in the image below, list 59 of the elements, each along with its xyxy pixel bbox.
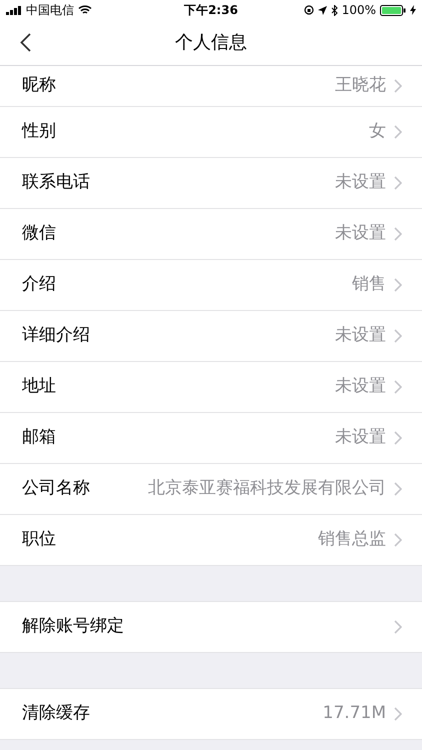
row-label: 解除账号绑定 <box>22 615 124 638</box>
settings-row[interactable]: 性别 女 <box>0 107 422 158</box>
row-label: 微信 <box>22 222 56 246</box>
wifi-icon <box>78 5 92 15</box>
row-label: 性别 <box>22 120 56 144</box>
charging-icon <box>410 5 416 15</box>
row-value: 王晓花 <box>335 74 386 98</box>
row-value: 17.71M <box>322 702 386 726</box>
chevron-right-icon <box>394 431 402 445</box>
row-value: 未设置 <box>335 375 386 398</box>
chevron-right-icon <box>394 125 402 139</box>
carrier-name: 中国电信 <box>26 2 74 19</box>
row-value: 女 <box>369 120 386 144</box>
row-label: 昵称 <box>22 74 56 98</box>
battery-icon <box>380 4 406 16</box>
row-label: 职位 <box>22 528 56 552</box>
row-label: 地址 <box>22 375 56 398</box>
settings-row[interactable]: 邮箱 未设置 <box>0 413 422 464</box>
row-value: 北京泰亚赛福科技发展有限公司 <box>148 477 386 500</box>
settings-row[interactable]: 公司名称 北京泰亚赛福科技发展有限公司 <box>0 464 422 515</box>
chevron-right-icon <box>394 620 402 634</box>
row-label: 清除缓存 <box>22 702 90 726</box>
settings-row[interactable]: 地址 未设置 <box>0 362 422 413</box>
settings-row[interactable]: 微信 未设置 <box>0 209 422 260</box>
row-value: 未设置 <box>335 222 386 246</box>
row-label: 详细介绍 <box>22 324 90 348</box>
rotation-lock-icon <box>304 5 314 15</box>
row-label: 介绍 <box>22 273 56 296</box>
row-label: 邮箱 <box>22 426 56 450</box>
chevron-right-icon <box>394 482 402 496</box>
settings-row[interactable]: 昵称 王晓花 <box>0 66 422 107</box>
back-icon <box>20 33 30 52</box>
signal-icon <box>6 6 22 14</box>
row-label: 公司名称 <box>22 477 90 500</box>
settings-row[interactable]: 清除缓存 17.71M <box>0 689 422 740</box>
bluetooth-icon <box>330 4 338 16</box>
location-icon <box>318 6 327 14</box>
chevron-right-icon <box>394 278 402 292</box>
row-value: 未设置 <box>335 171 386 194</box>
row-value: 未设置 <box>335 426 386 450</box>
chevron-right-icon <box>394 380 402 394</box>
chevron-right-icon <box>394 533 402 547</box>
battery-percent: 100% <box>342 2 376 19</box>
chevron-right-icon <box>394 707 402 721</box>
chevron-right-icon <box>394 227 402 241</box>
chevron-right-icon <box>394 79 402 93</box>
row-value: 未设置 <box>335 324 386 348</box>
clock: 下午2:36 <box>183 2 239 19</box>
settings-row[interactable]: 介绍 销售 <box>0 260 422 311</box>
chevron-right-icon <box>394 176 402 190</box>
page-title: 个人信息 <box>175 31 247 55</box>
row-value: 销售 <box>352 273 386 296</box>
settings-row[interactable]: 联系电话 未设置 <box>0 158 422 209</box>
settings-row[interactable]: 职位 销售总监 <box>0 515 422 566</box>
row-label: 联系电话 <box>22 171 90 194</box>
row-value: 销售总监 <box>318 528 386 552</box>
settings-row[interactable]: 解除账号绑定 <box>0 602 422 653</box>
chevron-right-icon <box>394 329 402 343</box>
settings-row[interactable]: 详细介绍 未设置 <box>0 311 422 362</box>
